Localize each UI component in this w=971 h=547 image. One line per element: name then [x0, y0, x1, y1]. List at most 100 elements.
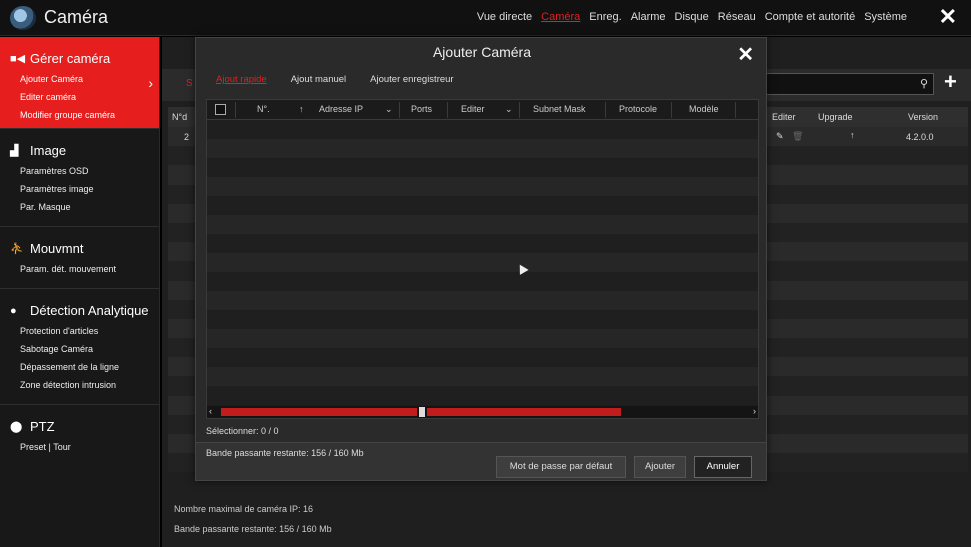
list-item [207, 158, 758, 177]
list-item [207, 386, 758, 405]
column-separator [399, 102, 400, 118]
list-item [207, 253, 758, 272]
search-input[interactable]: ⚲ [766, 73, 934, 95]
tab-fragment[interactable]: S [186, 78, 193, 89]
nav-account[interactable]: Compte et autorité [765, 11, 856, 23]
nav-alarm[interactable]: Alarme [631, 11, 666, 23]
sidebar-item-object-protection[interactable]: Protection d'articles [0, 322, 159, 340]
sidebar-item-motion-detection[interactable]: Param. dét. mouvement [0, 260, 159, 278]
column-number[interactable]: N°d [172, 112, 187, 122]
close-icon[interactable]: ✕ [939, 4, 957, 30]
sidebar-item-image-params[interactable]: Paramètres image [0, 180, 159, 198]
head-icon: ● [10, 304, 17, 317]
ptz-icon: ⬤ [10, 421, 23, 433]
list-item [207, 234, 758, 253]
cancel-button[interactable]: Annuler [694, 456, 752, 478]
sidebar-item-mask[interactable]: Par. Masque [0, 198, 159, 216]
sidebar-item-intrusion-zone[interactable]: Zone détection intrusion [0, 376, 159, 394]
scroll-right-icon[interactable]: › [753, 406, 756, 416]
delete-trash-icon[interactable]: 🗑 [792, 131, 803, 142]
select-all-checkbox[interactable] [215, 104, 226, 115]
scrollbar-track-right[interactable] [427, 408, 621, 416]
scroll-left-icon[interactable]: ‹ [209, 406, 212, 416]
nav-camera[interactable]: Caméra [541, 11, 580, 23]
tab-manual-add[interactable]: Ajout manuel [291, 74, 346, 85]
column-separator [605, 102, 606, 118]
upgrade-arrow-icon[interactable]: ↑ [850, 130, 855, 140]
device-list-rows [207, 120, 758, 405]
column-ip-address[interactable]: Adresse IP [319, 104, 363, 114]
nav-live-view[interactable]: Vue directe [477, 11, 532, 23]
top-bar: Caméra Vue directe Caméra Enreg. Alarme … [0, 0, 971, 36]
column-edit[interactable]: Editer [461, 104, 485, 114]
sidebar-head-motion[interactable]: ⛹ Mouvmnt [0, 233, 159, 260]
nav-disk[interactable]: Disque [675, 11, 709, 23]
search-icon[interactable]: ⚲ [920, 77, 928, 90]
device-list: N°. ↑ Adresse IP ⌄ Ports Editer ⌄ Subnet… [206, 99, 759, 419]
camera-logo-icon [10, 6, 36, 30]
list-item [207, 215, 758, 234]
list-item [207, 348, 758, 367]
sidebar-head-label: Mouvmnt [30, 241, 84, 256]
sidebar-head-analytics[interactable]: ● Détection Analytique [0, 295, 159, 322]
sidebar-section-analytics: ● Détection Analytique Protection d'arti… [0, 289, 159, 405]
chevron-right-icon: › [148, 75, 153, 91]
sidebar-head-label: PTZ [30, 419, 55, 434]
dialog-footer: Bande passante restante: 156 / 160 Mb Mo… [196, 442, 766, 480]
sidebar-item-tampering[interactable]: Sabotage Caméra [0, 340, 159, 358]
default-password-button[interactable]: Mot de passe par défaut [496, 456, 626, 478]
sidebar-item-line-crossing[interactable]: Dépassement de la ligne [0, 358, 159, 376]
sidebar-head-label: Image [30, 143, 67, 158]
close-icon[interactable]: ✕ [737, 42, 754, 67]
column-separator [519, 102, 520, 118]
column-edit: Editer [772, 112, 796, 122]
max-ip-text: Nombre maximal de caméra IP: 16 [174, 504, 314, 514]
nav-network[interactable]: Réseau [718, 11, 756, 23]
tab-quick-add[interactable]: Ajout rapide [216, 74, 267, 85]
horizontal-scrollbar[interactable]: ‹ › [207, 406, 758, 418]
nav-system[interactable]: Système [864, 11, 907, 23]
column-upgrade[interactable]: Upgrade [818, 112, 853, 122]
column-protocol[interactable]: Protocole [619, 104, 657, 114]
sort-up-icon[interactable]: ↑ [299, 104, 304, 114]
sidebar-head-label: Gérer caméra [30, 51, 111, 66]
add-icon[interactable]: + [944, 69, 957, 95]
row-number: 2 [184, 132, 190, 142]
sidebar-head-image[interactable]: ▟ Image [0, 135, 159, 162]
dialog-title: Ajouter Caméra [432, 44, 532, 60]
edit-pencil-icon[interactable]: ✎ [776, 131, 784, 142]
list-item [207, 367, 758, 386]
column-separator [235, 102, 236, 118]
nav-record[interactable]: Enreg. [589, 11, 621, 23]
list-item [207, 329, 758, 348]
sidebar-item-add-camera[interactable]: Ajouter Caméra [0, 70, 159, 88]
list-item [207, 177, 758, 196]
column-separator [447, 102, 448, 118]
column-ports[interactable]: Ports [411, 104, 432, 114]
app-title: Caméra [44, 7, 109, 27]
sidebar-head-manage-camera[interactable]: ■◀ Gérer caméra [0, 43, 159, 70]
sidebar-item-osd[interactable]: Paramètres OSD [0, 162, 159, 180]
add-button[interactable]: Ajouter [634, 456, 686, 478]
list-item [207, 196, 758, 215]
column-subnet-mask[interactable]: Subnet Mask [533, 104, 586, 114]
column-number[interactable]: N°. [257, 104, 270, 114]
column-model[interactable]: Modèle [689, 104, 719, 114]
sidebar-item-edit-group[interactable]: Modifier groupe caméra [0, 106, 159, 124]
sidebar: ■◀ Gérer caméra Ajouter Caméra Editer ca… [0, 37, 160, 547]
selection-count: Sélectionner: 0 / 0 [206, 426, 279, 436]
chevron-down-icon[interactable]: ⌄ [385, 104, 393, 115]
bandwidth-text: Bande passante restante: 156 / 160 Mb [174, 524, 332, 534]
tab-add-recorder[interactable]: Ajouter enregistreur [370, 74, 453, 85]
scrollbar-thumb[interactable] [419, 407, 425, 417]
scrollbar-track-left[interactable] [221, 408, 417, 416]
camera-icon: ■◀ [10, 53, 26, 65]
list-item [207, 120, 758, 139]
add-camera-dialog: Ajouter Caméra ✕ Ajout rapide Ajout manu… [195, 37, 767, 481]
column-version: Version [908, 112, 939, 122]
chevron-down-icon[interactable]: ⌄ [505, 104, 513, 115]
sidebar-item-preset-tour[interactable]: Preset | Tour [0, 438, 159, 456]
sidebar-item-edit-camera[interactable]: Editer caméra [0, 88, 159, 106]
column-separator [671, 102, 672, 118]
sidebar-head-ptz[interactable]: ⬤ PTZ [0, 411, 159, 438]
